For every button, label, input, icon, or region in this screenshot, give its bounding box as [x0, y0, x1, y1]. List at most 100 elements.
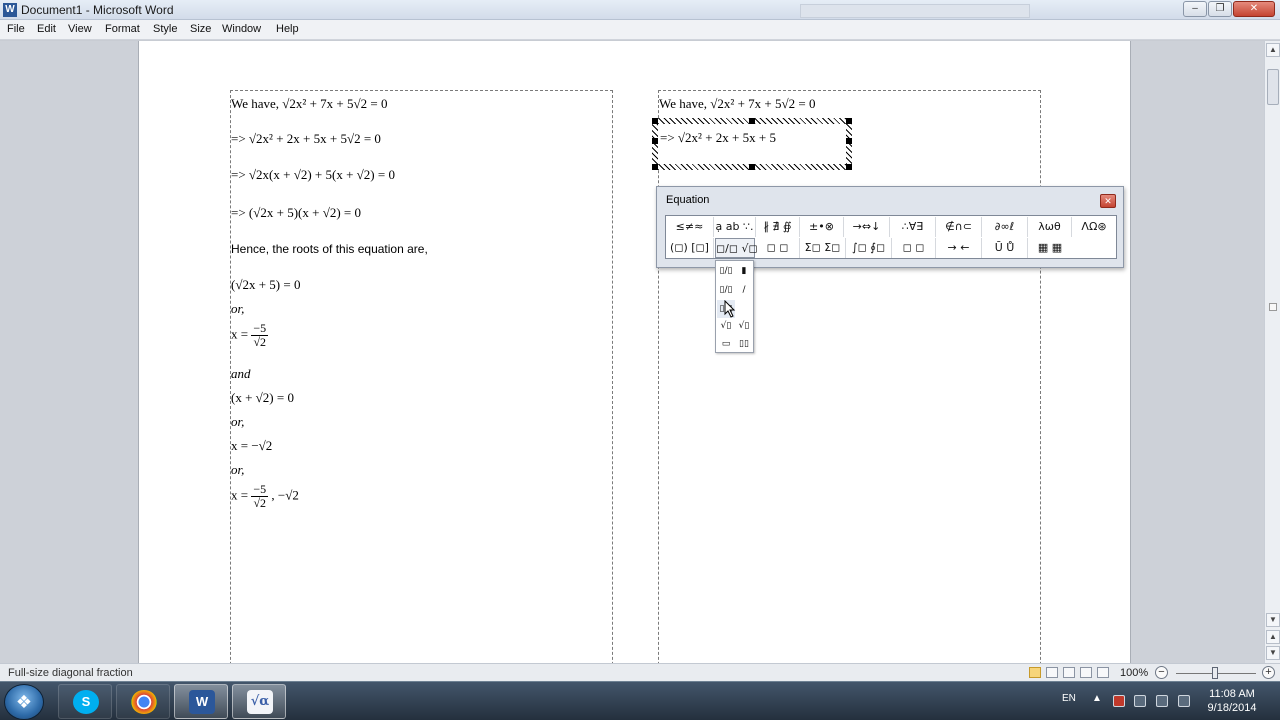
- relational-symbols-button[interactable]: ≤≠≈: [666, 217, 714, 237]
- long-division-alt-option[interactable]: ▯▯: [735, 335, 753, 353]
- zoom-slider-thumb[interactable]: [1212, 667, 1218, 679]
- scroll-down-button[interactable]: ▼: [1266, 613, 1280, 627]
- resize-handle[interactable]: [652, 164, 658, 170]
- or-text-1[interactable]: or,: [231, 301, 244, 317]
- full-size-fraction-option[interactable]: ▯/▯: [717, 262, 735, 280]
- matrix-templates-button[interactable]: ▦ ▦: [1028, 238, 1072, 258]
- equation-line-1[interactable]: We have, √2x² + 7x + 5√2 = 0: [231, 96, 387, 112]
- operator-symbols-button[interactable]: ±•⊗: [800, 217, 844, 237]
- nth-root-option[interactable]: √▯: [735, 317, 753, 335]
- menu-size[interactable]: Size: [190, 23, 211, 35]
- set-theory-button[interactable]: ∉∩⊂: [936, 217, 982, 237]
- zoom-out-button[interactable]: −: [1155, 666, 1168, 679]
- resize-handle[interactable]: [749, 118, 755, 124]
- equation-being-edited[interactable]: => √2x² + 2x + 5x + 5: [660, 130, 776, 146]
- resize-handle[interactable]: [749, 164, 755, 170]
- windows-start-icon[interactable]: ❖: [4, 684, 44, 720]
- equation-line-10[interactable]: x = −5 √2 , −√2: [231, 483, 299, 510]
- right-text-column[interactable]: We have, √2x² + 7x + 5√2 = 0: [658, 90, 1041, 663]
- square-root-option[interactable]: √▯: [717, 317, 735, 335]
- taskbar-skype[interactable]: S: [58, 684, 112, 719]
- resize-handle[interactable]: [846, 118, 852, 124]
- menu-view[interactable]: View: [68, 23, 92, 35]
- resize-handle[interactable]: [652, 118, 658, 124]
- resize-handle[interactable]: [846, 164, 852, 170]
- print-layout-view-icon[interactable]: [1029, 667, 1041, 678]
- and-text[interactable]: and: [231, 366, 251, 382]
- or-text-3[interactable]: or,: [231, 462, 244, 478]
- integral-templates-button[interactable]: ∫◻ ∮◻: [846, 238, 892, 258]
- equation-line-3[interactable]: => √2x(x + √2) + 5(x + √2) = 0: [231, 167, 395, 183]
- language-indicator[interactable]: EN: [1062, 693, 1076, 704]
- equation-line-1-copy[interactable]: We have, √2x² + 7x + 5√2 = 0: [659, 96, 815, 112]
- scroll-up-button[interactable]: ▲: [1266, 43, 1280, 57]
- outline-view-icon[interactable]: [1080, 667, 1092, 678]
- small-slash-fraction-option[interactable]: /: [735, 281, 753, 299]
- zoom-in-button[interactable]: +: [1262, 666, 1275, 679]
- greek-uppercase-button[interactable]: ΛΩ⊛: [1072, 217, 1116, 237]
- fence-templates-button[interactable]: (◻) [◻]: [666, 238, 714, 258]
- arrow-symbols-button[interactable]: →⇔↓: [844, 217, 890, 237]
- document-area[interactable]: We have, √2x² + 7x + 5√2 = 0 => √2x² + 2…: [0, 41, 1264, 663]
- device-icon[interactable]: [1156, 695, 1168, 707]
- equation-line-6[interactable]: (√2x + 5) = 0: [231, 277, 300, 293]
- draft-view-icon[interactable]: [1097, 667, 1109, 678]
- maximize-button[interactable]: ❐: [1208, 1, 1232, 17]
- spaces-ellipses-button[interactable]: ạ ab ∵.: [714, 217, 756, 237]
- word-app-icon[interactable]: W: [3, 3, 17, 17]
- menu-format[interactable]: Format: [105, 23, 140, 35]
- full-screen-view-icon[interactable]: [1046, 667, 1058, 678]
- web-layout-view-icon[interactable]: [1063, 667, 1075, 678]
- equation-line-7[interactable]: x = −5 √2: [231, 322, 269, 349]
- volume-icon[interactable]: [1178, 695, 1190, 707]
- minimize-button[interactable]: –: [1183, 1, 1207, 17]
- equation-line-2[interactable]: => √2x² + 2x + 5x + 5√2 = 0: [231, 131, 381, 147]
- equation-line-4[interactable]: => (√2x + 5)(x + √2) = 0: [231, 205, 361, 221]
- action-center-icon[interactable]: [1134, 695, 1146, 707]
- double-down-icon: ▼: [1269, 648, 1277, 657]
- greek-lowercase-button[interactable]: λωθ: [1028, 217, 1072, 237]
- subscript-templates-button[interactable]: ◻ ◻: [756, 238, 800, 258]
- labeled-arrow-templates-button[interactable]: → ←: [936, 238, 982, 258]
- long-division-option[interactable]: ▭: [717, 335, 735, 353]
- roots-heading[interactable]: Hence, the roots of this equation are,: [231, 242, 428, 256]
- network-error-icon[interactable]: [1113, 695, 1125, 707]
- menu-style[interactable]: Style: [153, 23, 177, 35]
- document-page[interactable]: We have, √2x² + 7x + 5√2 = 0 => √2x² + 2…: [138, 41, 1131, 663]
- menu-edit[interactable]: Edit: [37, 23, 56, 35]
- vertical-scrollbar[interactable]: ▲ ▼ ▲ ▼: [1264, 41, 1280, 663]
- misc-symbols-button[interactable]: ∂∞ℓ: [982, 217, 1028, 237]
- page-down-button[interactable]: ▼: [1266, 646, 1280, 660]
- resize-handle[interactable]: [652, 138, 658, 144]
- zoom-level[interactable]: 100%: [1120, 667, 1148, 679]
- fraction-radical-templates-button[interactable]: ◻/◻ √◻: [715, 238, 758, 258]
- slash-fraction-option[interactable]: ▯/▯: [717, 281, 735, 299]
- taskbar-word[interactable]: W: [174, 684, 228, 719]
- scroll-marker[interactable]: [1269, 303, 1277, 311]
- equation-line-8[interactable]: (x + √2) = 0: [231, 390, 294, 406]
- system-clock[interactable]: 11:08 AM 9/18/2014: [1200, 687, 1264, 715]
- scroll-thumb[interactable]: [1267, 69, 1279, 105]
- menu-help[interactable]: Help: [276, 23, 299, 35]
- fraction: −5 √2: [251, 483, 269, 510]
- taskbar-chrome[interactable]: [116, 684, 170, 719]
- products-set-templates-button[interactable]: Ū Ů: [982, 238, 1028, 258]
- clock-time: 11:08 AM: [1209, 688, 1255, 700]
- or-text-2[interactable]: or,: [231, 414, 244, 430]
- menu-window[interactable]: Window: [222, 23, 261, 35]
- embellishments-button[interactable]: ∦ ∄ ∯: [756, 217, 800, 237]
- equation-toolbar-window[interactable]: Equation ✕ ≤≠≈ ạ ab ∵. ∦ ∄ ∯ ±•⊗ →⇔↓ ∴∀∃…: [656, 186, 1124, 268]
- underbar-templates-button[interactable]: ◻ ◻: [892, 238, 936, 258]
- show-hidden-icons-icon[interactable]: ▲: [1092, 693, 1102, 704]
- equation-line-9[interactable]: x = −√2: [231, 438, 272, 454]
- close-button[interactable]: ✕: [1233, 1, 1275, 17]
- menu-file[interactable]: File: [7, 23, 25, 35]
- page-up-button[interactable]: ▲: [1266, 630, 1280, 644]
- equation-close-button[interactable]: ✕: [1100, 194, 1116, 208]
- logical-symbols-button[interactable]: ∴∀∃: [890, 217, 936, 237]
- resize-handle[interactable]: [846, 138, 852, 144]
- summation-templates-button[interactable]: Σ◻ Σ◻: [800, 238, 846, 258]
- taskbar-equation-editor[interactable]: √α: [232, 684, 286, 719]
- reduced-fraction-option[interactable]: ▮: [735, 262, 753, 280]
- left-text-column[interactable]: We have, √2x² + 7x + 5√2 = 0 => √2x² + 2…: [230, 90, 613, 663]
